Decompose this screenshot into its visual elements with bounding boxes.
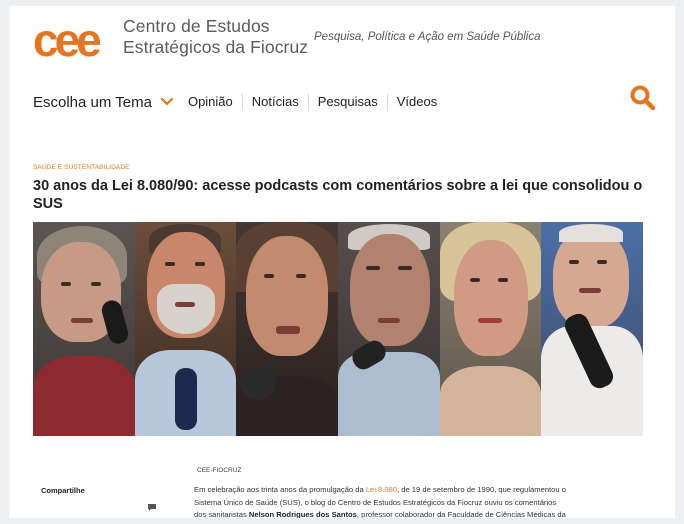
- tagline: Pesquisa, Política e Ação em Saúde Públi…: [314, 31, 541, 43]
- portrait-3: [236, 222, 339, 436]
- body-text-3b: , professor colaborador da Faculdade de …: [356, 510, 566, 518]
- article-title: 30 anos da Lei 8.080/90: acesse podcasts…: [33, 178, 643, 212]
- theme-dropdown[interactable]: Escolha um Tema: [33, 94, 188, 111]
- portrait-2: [134, 222, 237, 436]
- body-text-3a: dos sanitaristas: [194, 510, 249, 518]
- nav-item-videos[interactable]: Vídeos: [386, 94, 446, 110]
- lei-8080-link[interactable]: Lei 8.080: [366, 485, 397, 494]
- body-text-2: Sistema Único de Saúde (SUS), o blog do …: [194, 497, 557, 507]
- org-name-line1: Centro de Estudos: [123, 16, 270, 36]
- portrait-5: [439, 222, 542, 436]
- portrait-1: [33, 222, 135, 436]
- nav-item-noticias[interactable]: Notícias: [241, 94, 308, 110]
- search-icon[interactable]: [629, 84, 657, 112]
- body-text-1b: , de 19 de setembro de 1990, que regulam…: [397, 485, 566, 494]
- theme-dropdown-label: Escolha um Tema: [33, 93, 152, 111]
- nav-item-pesquisas[interactable]: Pesquisas: [307, 94, 387, 110]
- article-category[interactable]: SAÚDE E SUSTENTABILIDADE: [33, 164, 130, 171]
- comment-icon[interactable]: [147, 503, 157, 512]
- nav-item-opiniao[interactable]: Opinião: [188, 94, 242, 110]
- page: cee Centro de Estudos Estratégicos da Fi…: [9, 6, 675, 518]
- body-text-3-bold: Nelson Rodrigues dos Santos: [248, 510, 357, 518]
- cee-logo[interactable]: cee: [33, 20, 113, 62]
- chevron-down-icon: [160, 97, 174, 106]
- main-nav: Escolha um Tema Opinião Notícias Pesquis…: [33, 90, 446, 114]
- body-text-1a: Em celebração aos trinta anos da promulg…: [194, 485, 366, 494]
- portrait-6: [541, 222, 643, 436]
- article-source: CEE-FIOCRUZ: [197, 467, 242, 474]
- org-name-line2: Estratégicos da Fiocruz: [123, 37, 309, 57]
- article-hero-image: [33, 222, 643, 436]
- logo-text: cee: [33, 20, 101, 62]
- share-label: Compartilhe: [41, 486, 85, 495]
- portrait-4: [338, 222, 440, 436]
- article-body: Em celebração aos trinta anos da promulg…: [194, 484, 604, 518]
